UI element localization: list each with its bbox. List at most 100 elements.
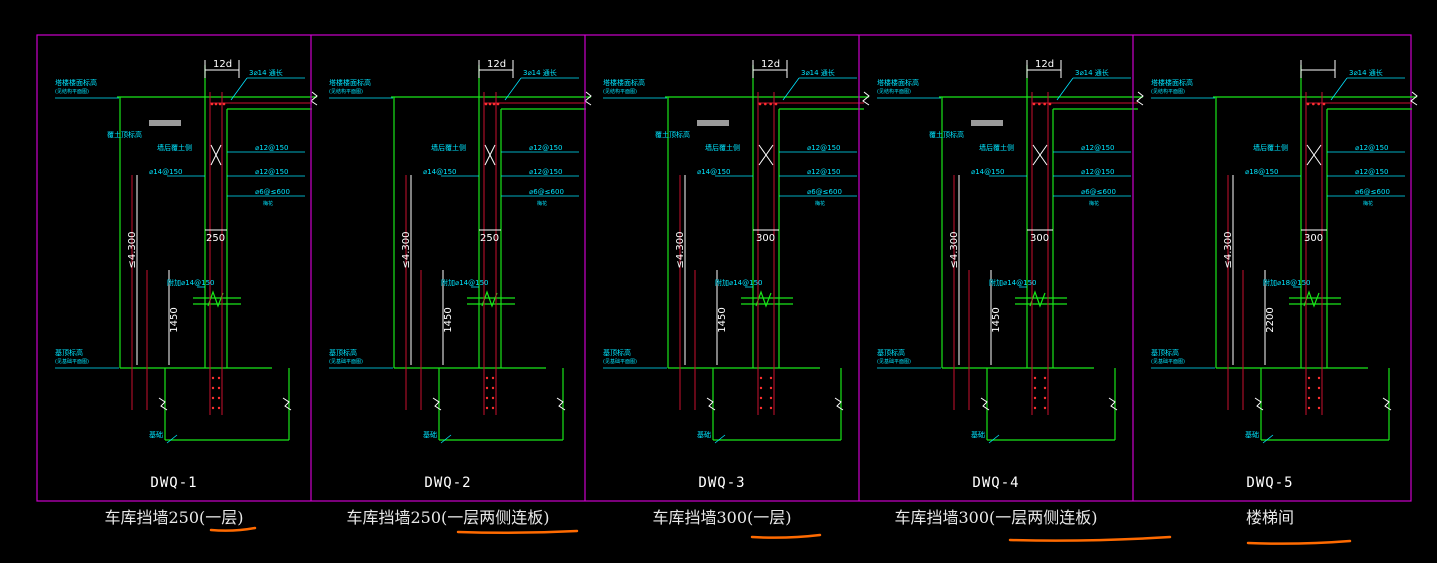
thickness-label: 250 (206, 233, 225, 244)
bar-b-label: ⌀14@150 (697, 168, 730, 176)
fill-level-label: 覆土顶标高 (929, 130, 964, 139)
orange-underline-2 (456, 529, 579, 535)
fill-level-label: 覆土顶标高 (655, 130, 690, 139)
rebar-dot (1033, 376, 1037, 380)
orange-underline-5 (1246, 539, 1352, 545)
drawing-label: DWQ-2 (424, 475, 471, 491)
base-level-sub-label: (见基础平面图) (603, 358, 637, 365)
rebar-dot (1032, 102, 1036, 106)
rebar-dot (211, 386, 215, 390)
soil-side-label: 墙后覆土侧 (979, 143, 1014, 152)
top-level-label: 塔楼楼面标高 (603, 78, 645, 87)
rebar-dot (217, 396, 221, 400)
fill-level-label: 覆土顶标高 (107, 130, 142, 139)
top-level-sub-label: (见结构平面图) (329, 88, 363, 95)
section-title-2: 车库挡墙250(一层两侧连板) (346, 508, 549, 527)
rebar-dot (217, 386, 221, 390)
vert-bar-label: 附加⌀18@150 (1263, 278, 1310, 287)
rebar-dot (1307, 386, 1311, 390)
rebar-dot (1033, 396, 1037, 400)
bar-b-label: ⌀18@150 (1245, 168, 1278, 176)
rebar-dot (759, 406, 763, 410)
base-level-label: 基顶标高 (55, 348, 83, 357)
bar-b-label: ⌀14@150 (423, 168, 456, 176)
leader-foundation (440, 434, 452, 444)
cad-drawing-canvas: 塔楼楼面标高(见结构平面图)3⌀14 通长12d覆土顶标高墙后覆土侧 ⌀12@15… (36, 34, 1418, 545)
lap-length-label: 12d (487, 59, 506, 70)
rebar-dot (1317, 102, 1320, 106)
rebar-dot (222, 102, 226, 106)
top-rebar-label: 3⌀14 通长 (1075, 68, 1109, 77)
soil-hatch (971, 120, 1003, 126)
footing-break (1382, 397, 1392, 411)
rebar-dot (1043, 396, 1047, 400)
soil-side-label: 墙后覆土侧 (157, 143, 192, 152)
leader-foundation (1262, 434, 1274, 444)
footing-break (282, 397, 292, 411)
drawing-label: DWQ-4 (972, 475, 1019, 491)
detail-panel-2: 塔楼楼面标高(见结构平面图) 3⌀14 通长 12d 墙后覆土侧 ⌀12@150 ⌀14@… (310, 35, 592, 501)
bar-c-label: ⌀12@150 (529, 168, 562, 176)
lower-height-label: 1450 (443, 307, 454, 332)
footing-break (1108, 397, 1118, 411)
soil-side-label: 墙后覆土侧 (1253, 143, 1288, 152)
rebar-dot (774, 102, 778, 106)
top-rebar-label: 3⌀14 通长 (801, 68, 835, 77)
top-level-sub-label: (见结构平面图) (603, 88, 637, 95)
lap-length-label: 12d (213, 59, 232, 70)
rebar-dot (764, 102, 767, 106)
thickness-label: 300 (756, 233, 775, 244)
rebar-dot (1307, 396, 1311, 400)
footing-break-left (158, 397, 168, 411)
tie-label: ⌀6@≤600 (529, 188, 564, 196)
detail-panel-3: 塔楼楼面标高(见结构平面图) 3⌀14 通长 12d 覆土顶标高墙后覆土侧 ⌀12@15… (584, 35, 870, 501)
bar-a-label: ⌀12@150 (1355, 144, 1388, 152)
top-rebar-label: 3⌀14 通长 (1349, 68, 1383, 77)
section-title-5: 楼梯间 (1246, 508, 1294, 527)
orange-underline-3 (750, 533, 822, 539)
footing-break (556, 397, 566, 411)
rebar-dot (759, 396, 763, 400)
rebar-dot (211, 376, 215, 380)
soil-side-label: 墙后覆土侧 (431, 143, 466, 152)
bar-b-label: ⌀14@150 (971, 168, 1004, 176)
top-level-sub-label: (见结构平面图) (55, 88, 89, 95)
vert-bar-label: 附加⌀14@150 (989, 278, 1036, 287)
rebar-dot (485, 386, 489, 390)
height-label: ≤4.300 (127, 231, 138, 268)
lower-height-label: 1450 (991, 307, 1002, 332)
base-level-label: 基顶标高 (877, 348, 905, 357)
bar-a-label: ⌀12@150 (1081, 144, 1114, 152)
foundation-label: 基础 (149, 430, 163, 439)
top-level-sub-label: (见结构平面图) (1151, 88, 1185, 95)
rebar-dot (217, 406, 221, 410)
rebar-dot (1043, 386, 1047, 390)
rebar-dot (1307, 406, 1311, 410)
rebar-dot (1317, 386, 1321, 390)
rebar-dot (211, 406, 215, 410)
height-label: ≤4.300 (949, 231, 960, 268)
bar-a-label: ⌀12@150 (807, 144, 840, 152)
detail-panel-4: 塔楼楼面标高(见结构平面图) 3⌀14 通长 12d 覆土顶标高墙后覆土侧 ⌀12@15… (858, 35, 1144, 501)
rebar-dot (769, 386, 773, 390)
rebar-dot (1048, 102, 1052, 106)
tie-sub-label: 梅花 (1089, 200, 1099, 207)
thickness-label: 250 (480, 233, 499, 244)
top-level-label: 塔楼楼面标高 (1151, 78, 1193, 87)
lower-height-label: 1450 (169, 307, 180, 332)
rebar-dot (488, 102, 492, 106)
bar-c-label: ⌀12@150 (1081, 168, 1114, 176)
orange-underline-1 (209, 526, 257, 532)
top-level-label: 塔楼楼面标高 (329, 78, 371, 87)
rebar-dot (1306, 102, 1310, 106)
tie-sub-label: 梅花 (815, 200, 825, 207)
top-level-sub-label: (见结构平面图) (877, 88, 911, 95)
rebar-dot (492, 102, 496, 106)
height-label: ≤4.300 (675, 231, 686, 268)
vert-bar-label: 附加⌀14@150 (441, 278, 488, 287)
rebar-dot (1317, 396, 1321, 400)
rebar-dot (1038, 102, 1041, 106)
leader-foundation (714, 434, 726, 444)
rebar-dot (496, 102, 500, 106)
bar-a-label: ⌀12@150 (529, 144, 562, 152)
